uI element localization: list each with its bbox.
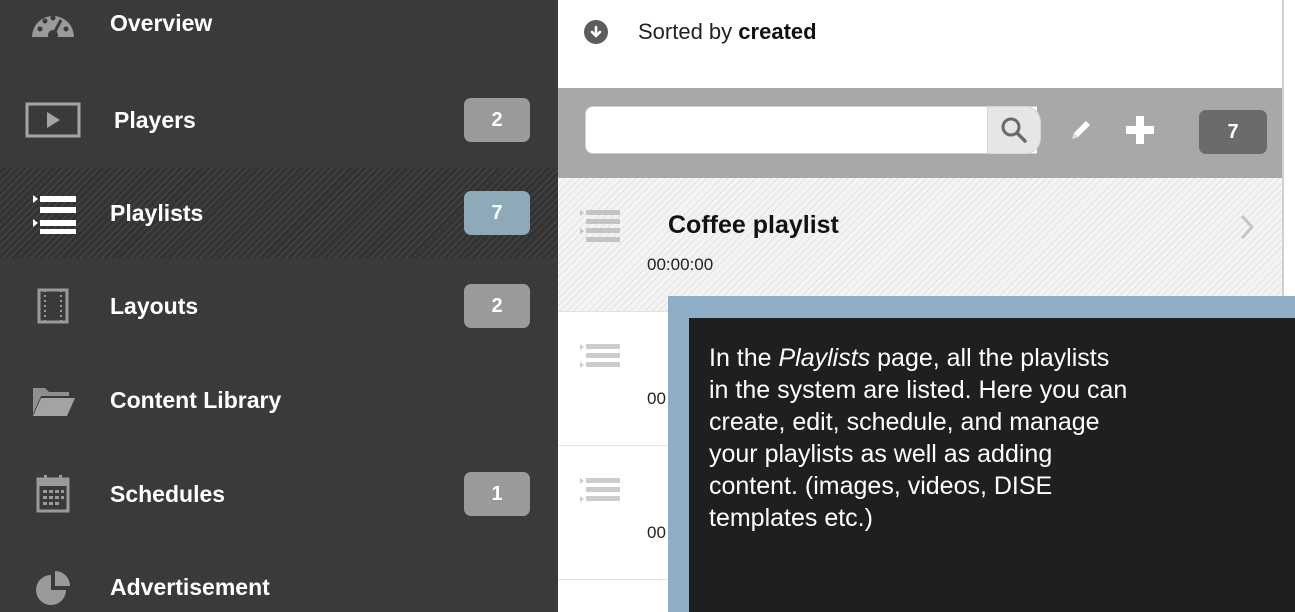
playlist-duration: 00:00:00: [647, 255, 714, 274]
search-button[interactable]: [987, 106, 1041, 154]
sidebar-item-label: Layouts: [110, 292, 199, 319]
search-icon: [1001, 117, 1027, 143]
sidebar-item-layouts[interactable]: Layouts 2: [0, 261, 558, 351]
edit-pencil-icon[interactable]: [1061, 110, 1101, 150]
folder-icon: [24, 380, 82, 420]
playlist-icon: [580, 344, 620, 368]
sidebar-item-schedules[interactable]: Schedules 1: [0, 449, 558, 539]
calendar-icon: [24, 474, 82, 514]
sidebar: Overview Players 2 Playlists 7 Layouts 2…: [0, 0, 558, 612]
list-icon: [24, 193, 82, 234]
sort-bar[interactable]: Sorted by created: [558, 0, 1282, 88]
playlist-row[interactable]: Coffee playlist 00:00:00: [558, 178, 1282, 312]
sidebar-item-advertisement[interactable]: Advertisement: [0, 542, 558, 612]
playlists-count-badge: 7: [464, 191, 530, 235]
sidebar-item-players[interactable]: Players 2: [0, 75, 558, 165]
schedules-count-badge: 1: [464, 472, 530, 516]
help-tooltip-text: In the Playlists page, all the playlists…: [709, 344, 1128, 532]
playlist-toolbar: 7: [558, 88, 1282, 178]
chevron-right-icon[interactable]: [1239, 213, 1255, 241]
playlist-icon: [580, 210, 620, 242]
playlist-duration: 00: [647, 389, 666, 408]
sidebar-item-label: Playlists: [110, 199, 204, 226]
sidebar-item-playlists[interactable]: Playlists 7: [0, 168, 558, 258]
sidebar-item-label: Content Library: [110, 386, 282, 413]
playlist-icon: [580, 478, 620, 502]
sidebar-item-overview[interactable]: Overview: [0, 0, 558, 68]
sidebar-item-content-library[interactable]: Content Library: [0, 355, 558, 445]
sidebar-item-label: Advertisement: [110, 573, 270, 600]
sort-label: Sorted by created: [638, 19, 817, 44]
sort-field: created: [738, 19, 817, 44]
add-plus-icon[interactable]: [1120, 110, 1160, 150]
playlist-title: Coffee playlist: [668, 211, 839, 239]
playlist-count-badge: 7: [1199, 110, 1267, 154]
help-tooltip-body: In the Playlists page, all the playlists…: [689, 318, 1295, 612]
gauge-icon: [24, 3, 82, 43]
playlist-duration: 00: [647, 523, 666, 542]
layouts-count-badge: 2: [464, 284, 530, 328]
search-input[interactable]: [585, 106, 1037, 154]
sidebar-item-label: Overview: [110, 9, 213, 36]
sidebar-item-label: Players: [114, 106, 196, 133]
help-tooltip: In the Playlists page, all the playlists…: [668, 296, 1295, 612]
sort-down-icon[interactable]: [584, 20, 608, 44]
layout-icon: [24, 286, 82, 326]
pie-chart-icon: [24, 567, 82, 607]
players-count-badge: 2: [464, 98, 530, 142]
sidebar-item-label: Schedules: [110, 480, 226, 507]
panel-divider: [1282, 0, 1284, 315]
video-player-icon: [24, 100, 82, 140]
